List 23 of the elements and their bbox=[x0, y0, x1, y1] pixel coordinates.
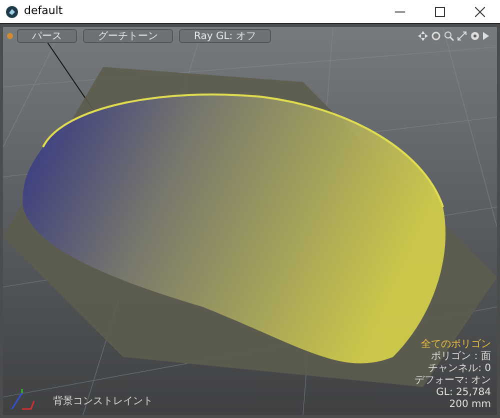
search-icon[interactable] bbox=[444, 31, 454, 41]
view-tab[interactable]: パース bbox=[17, 29, 77, 43]
info-line: デフォーマ: オン bbox=[414, 375, 491, 387]
maximize-icon bbox=[435, 6, 445, 16]
status-label: 背景コンストレイント bbox=[53, 394, 153, 409]
minimize-icon bbox=[395, 10, 405, 12]
info-line: GL: 25,784 bbox=[436, 387, 491, 399]
move-icon[interactable] bbox=[418, 31, 428, 41]
expand-icon[interactable] bbox=[457, 31, 467, 41]
viewport[interactable]: パース グーチトーン Ray GL: オフ 背景コンストレイント 全てのポリゴン ポリゴン：面 チャンネル: 0 デフォーマ: オン GL: 25,784 200 mm bbox=[0, 24, 500, 418]
app-icon bbox=[6, 6, 18, 18]
close-icon bbox=[475, 6, 485, 16]
dot-icon bbox=[7, 33, 13, 39]
view-tab[interactable]: Ray GL: オフ bbox=[179, 29, 271, 43]
play-icon[interactable] bbox=[483, 31, 489, 41]
info-heading: 全てのポリゴン bbox=[421, 339, 491, 351]
axis-gizmo-icon bbox=[9, 387, 35, 411]
settings-icon[interactable] bbox=[470, 31, 480, 41]
view-tab[interactable]: グーチトーン bbox=[83, 29, 173, 43]
info-line: チャンネル: 0 bbox=[428, 363, 491, 375]
info-line: 200 mm bbox=[449, 399, 491, 411]
window-title: default bbox=[24, 3, 63, 20]
info-line: ポリゴン：面 bbox=[431, 351, 491, 363]
